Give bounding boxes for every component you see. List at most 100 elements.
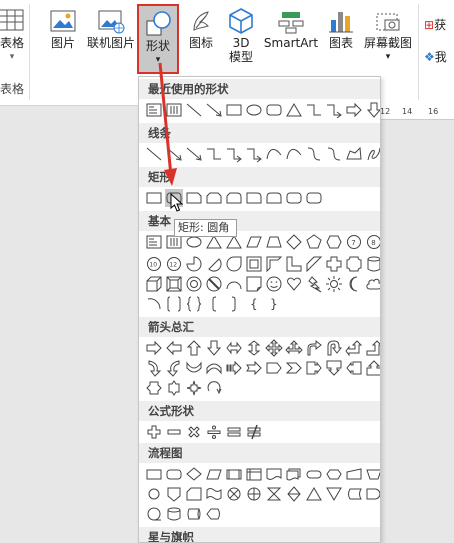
rcallout-shape-icon[interactable] [305, 359, 323, 377]
fseq-shape-icon[interactable] [145, 505, 163, 523]
bentup-shape-icon[interactable] [365, 339, 380, 357]
heart-shape-icon[interactable] [285, 275, 303, 293]
circarrow-shape-icon[interactable] [205, 379, 223, 397]
fcollate-shape-icon[interactable] [265, 485, 283, 503]
falt-shape-icon[interactable] [165, 465, 183, 483]
rbrack-shape-icon[interactable] [225, 295, 243, 313]
lrcallout-shape-icon[interactable] [145, 379, 163, 397]
fdisplay-shape-icon[interactable] [205, 505, 223, 523]
scurve-shape-icon[interactable] [325, 145, 343, 163]
freeform-shape-icon[interactable] [345, 145, 363, 163]
pent-shape-icon[interactable] [305, 233, 323, 251]
diagstripe-shape-icon[interactable] [305, 255, 323, 273]
rarrow-shape-icon[interactable] [145, 339, 163, 357]
trap-shape-icon[interactable] [265, 233, 283, 251]
moon-shape-icon[interactable] [345, 275, 363, 293]
smiley-shape-icon[interactable] [265, 275, 283, 293]
hept-shape-icon[interactable]: 7 [345, 233, 363, 251]
lcallout-shape-icon[interactable] [345, 359, 363, 377]
pentarr-shape-icon[interactable] [265, 359, 283, 377]
curve-shape-icon[interactable] [285, 145, 303, 163]
dbrace-shape-icon[interactable] [185, 295, 203, 313]
fextract-shape-icon[interactable] [305, 485, 323, 503]
notchedR-shape-icon[interactable] [245, 359, 263, 377]
fterm-shape-icon[interactable] [305, 465, 323, 483]
udarrow-shape-icon[interactable] [245, 339, 263, 357]
frame-shape-icon[interactable] [245, 255, 263, 273]
fconnector-shape-icon[interactable] [145, 485, 163, 503]
donut-shape-icon[interactable] [185, 275, 203, 293]
foffpage-shape-icon[interactable] [165, 485, 183, 503]
dbrack-shape-icon[interactable] [165, 295, 183, 313]
uarrow-shape-icon[interactable] [185, 339, 203, 357]
3d-models-button[interactable]: 3D 模型 [225, 6, 257, 64]
smartart-button[interactable]: SmartArt [262, 6, 320, 50]
fsumjunc-shape-icon[interactable] [225, 485, 243, 503]
fcard-shape-icon[interactable] [185, 485, 203, 503]
round1-shape-icon[interactable] [245, 189, 263, 207]
line-shape-icon[interactable] [185, 101, 203, 119]
eqneq-shape-icon[interactable] [245, 423, 263, 441]
fmagdisk-shape-icon[interactable] [165, 505, 183, 523]
curvL-shape-icon[interactable] [165, 359, 183, 377]
uturn-shape-icon[interactable] [325, 339, 343, 357]
curve-shape-icon[interactable] [265, 145, 283, 163]
quadcallout-shape-icon[interactable] [185, 379, 203, 397]
eqequal-shape-icon[interactable] [225, 423, 243, 441]
rrect-shape-icon[interactable] [285, 189, 303, 207]
fdata-shape-icon[interactable] [205, 465, 223, 483]
my-addins-button[interactable]: ❖我 [424, 48, 454, 65]
rarrow-shape-icon[interactable] [345, 101, 363, 119]
plus-shape-icon[interactable] [325, 255, 343, 273]
eqdiv-shape-icon[interactable] [205, 423, 223, 441]
dcallout-shape-icon[interactable] [325, 359, 343, 377]
addins-get-button[interactable]: ⊞获 [424, 16, 454, 33]
arrowline-shape-icon[interactable] [205, 101, 223, 119]
chord-shape-icon[interactable] [205, 255, 223, 273]
arcsm-shape-icon[interactable] [145, 295, 163, 313]
fdoc-shape-icon[interactable] [265, 465, 283, 483]
teardrop-shape-icon[interactable] [225, 255, 243, 273]
chevron-shape-icon[interactable] [285, 359, 303, 377]
nosym-shape-icon[interactable] [205, 275, 223, 293]
can-shape-icon[interactable] [365, 255, 380, 273]
fprocess-shape-icon[interactable] [145, 465, 163, 483]
text-shape-icon[interactable] [145, 233, 163, 251]
curvR-shape-icon[interactable] [145, 359, 163, 377]
for-shape-icon[interactable] [245, 485, 263, 503]
darrow-shape-icon[interactable] [365, 101, 380, 119]
fdelay-shape-icon[interactable] [365, 485, 380, 503]
rect-shape-icon[interactable] [225, 101, 243, 119]
elbow-shape-icon[interactable] [305, 101, 323, 119]
rbrace-shape-icon[interactable]: } [265, 295, 283, 313]
sun-shape-icon[interactable] [325, 275, 343, 293]
bentarr-shape-icon[interactable] [305, 339, 323, 357]
chart-button[interactable]: 图表 [325, 6, 357, 50]
snipround-shape-icon[interactable] [225, 189, 243, 207]
lupArr-shape-icon[interactable] [345, 339, 363, 357]
fpredef-shape-icon[interactable] [225, 465, 243, 483]
pie-shape-icon[interactable] [185, 255, 203, 273]
tri-shape-icon[interactable] [285, 101, 303, 119]
curvU-shape-icon[interactable] [185, 359, 203, 377]
rrect-shape-icon[interactable] [305, 189, 323, 207]
fdecision-shape-icon[interactable] [185, 465, 203, 483]
snip1-shape-icon[interactable] [185, 189, 203, 207]
bevel-shape-icon[interactable] [165, 275, 183, 293]
udcallout-shape-icon[interactable] [165, 379, 183, 397]
fstored-shape-icon[interactable] [345, 485, 363, 503]
fdirect-shape-icon[interactable] [185, 505, 203, 523]
icons-button[interactable]: 图标 [185, 6, 217, 50]
diamond-shape-icon[interactable] [285, 233, 303, 251]
fsort-shape-icon[interactable] [285, 485, 303, 503]
larrow-shape-icon[interactable] [165, 339, 183, 357]
arc-shape-icon[interactable] [225, 275, 243, 293]
eqmult-shape-icon[interactable] [185, 423, 203, 441]
curvD-shape-icon[interactable] [205, 359, 223, 377]
scribble-shape-icon[interactable] [365, 145, 380, 163]
online-picture-button[interactable]: 联机图片 [85, 6, 137, 50]
arrowline-shape-icon[interactable] [185, 145, 203, 163]
table-button[interactable]: 表格 ▾ [0, 6, 28, 64]
elbowarr-shape-icon[interactable] [245, 145, 263, 163]
dec-shape-icon[interactable]: 10 [145, 255, 163, 273]
